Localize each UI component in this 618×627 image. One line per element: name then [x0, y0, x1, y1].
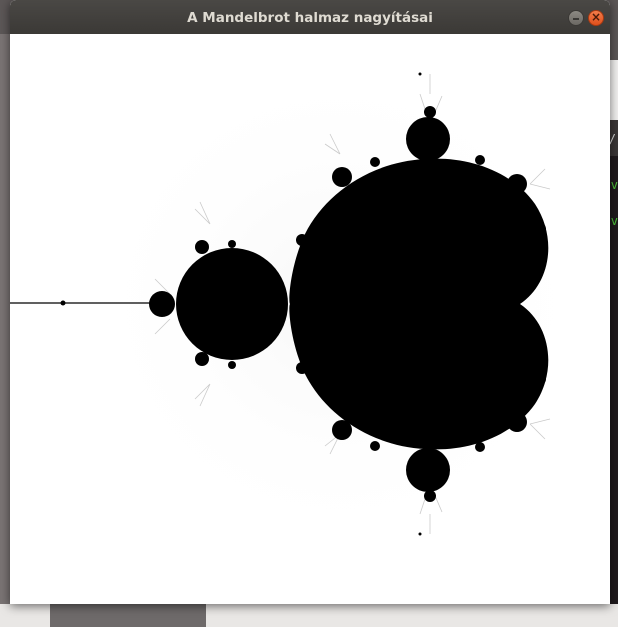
desktop: F/ v v A Mandelbrot halmaz nagyításai ×	[0, 0, 618, 627]
terminal-output-line: v	[610, 214, 618, 228]
close-icon: ×	[590, 10, 602, 24]
bulb	[507, 412, 527, 432]
bottom-mini-bulb	[424, 490, 436, 502]
set-mini-bulb	[60, 300, 66, 306]
bottom-bulb	[406, 448, 450, 492]
mandelbrot-render	[10, 34, 610, 604]
background-bottom-panel	[0, 604, 618, 627]
top-bulb	[406, 117, 450, 161]
bulb	[332, 167, 352, 187]
bulb	[370, 157, 380, 167]
period-2-bulb	[176, 248, 288, 360]
mandelbrot-canvas[interactable]	[10, 34, 610, 604]
minimize-icon	[573, 18, 579, 20]
background-window-edge	[0, 34, 10, 627]
top-mini-bulb	[424, 106, 436, 118]
background-panel-segment	[50, 604, 206, 627]
bulb	[228, 361, 236, 369]
bulb	[418, 532, 422, 536]
bulb	[195, 240, 209, 254]
mandelbrot-window[interactable]: A Mandelbrot halmaz nagyításai ×	[10, 0, 610, 604]
main-cardioid	[289, 158, 549, 450]
bulb	[228, 240, 236, 248]
period-4-bulb	[149, 291, 175, 317]
bulb	[475, 442, 485, 452]
close-button[interactable]: ×	[588, 10, 604, 26]
bulb	[475, 155, 485, 165]
bulb	[507, 174, 527, 194]
bulb	[534, 223, 546, 235]
window-title: A Mandelbrot halmaz nagyításai	[187, 10, 433, 26]
minimize-button[interactable]	[568, 10, 584, 26]
bulb	[195, 352, 209, 366]
window-titlebar[interactable]: A Mandelbrot halmaz nagyításai ×	[10, 0, 610, 34]
bulb	[296, 234, 308, 246]
bulb	[534, 373, 546, 385]
bulb	[296, 362, 308, 374]
bulb	[332, 420, 352, 440]
bulb	[370, 441, 380, 451]
terminal-output-line: v	[610, 178, 618, 192]
bulb	[418, 72, 422, 76]
